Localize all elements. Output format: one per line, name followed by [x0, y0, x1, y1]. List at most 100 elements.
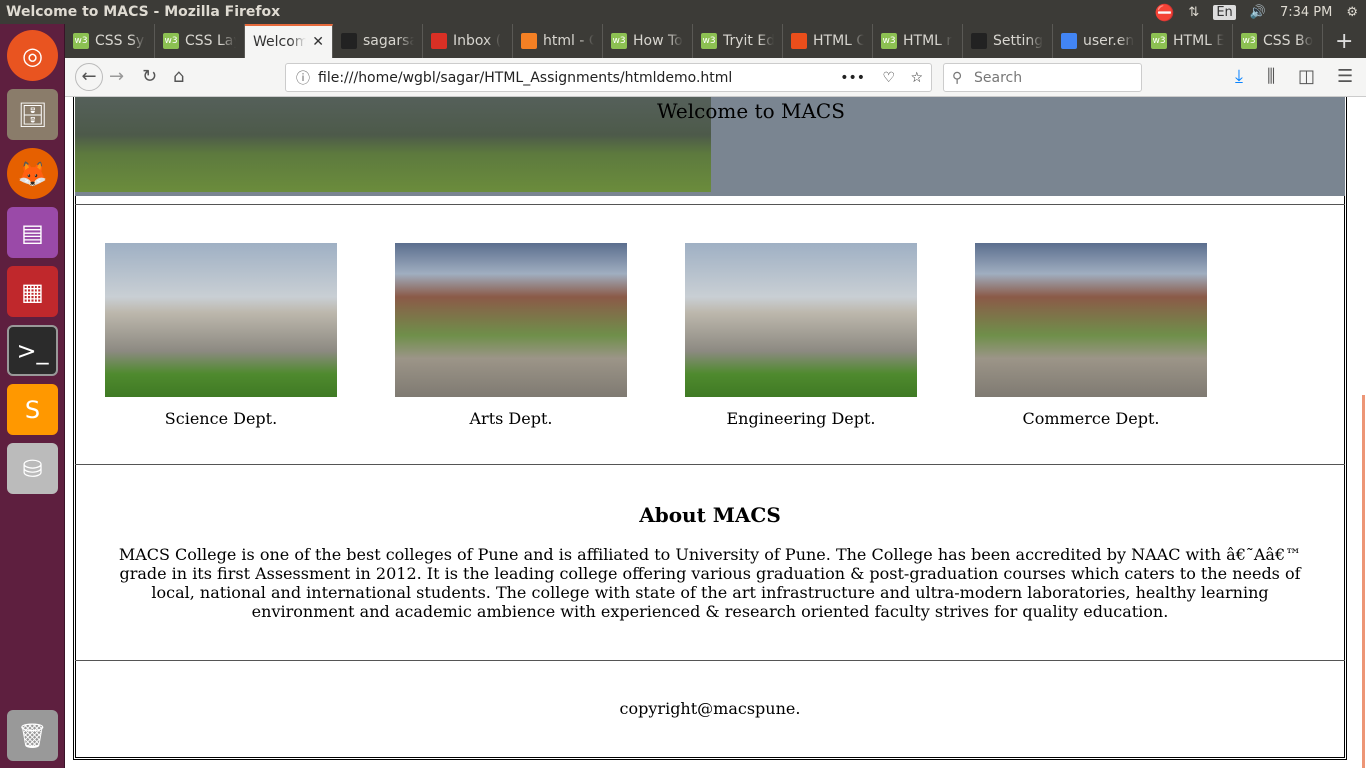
reload-button[interactable]: ↻: [142, 66, 157, 87]
divider: [75, 204, 1345, 205]
w3schools-icon: w3: [701, 33, 717, 49]
department-caption: Arts Dept.: [469, 409, 553, 428]
w3schools-icon: w3: [1241, 33, 1257, 49]
tab-label: HTML E: [1173, 33, 1224, 49]
firefox-icon[interactable]: 🦊: [7, 148, 58, 199]
department-image: [395, 243, 627, 397]
clock[interactable]: 7:34 PM: [1280, 5, 1332, 20]
search-icon: ⚲: [952, 69, 963, 86]
ubuntu-launcher: ◎ 🗄 🦊 ▤ ▦ >_ S ⛁ 🗑: [0, 24, 65, 768]
ubuntu-dash-icon[interactable]: ◎: [7, 30, 58, 81]
tab[interactable]: HTML C: [783, 24, 873, 58]
close-tab-icon[interactable]: ✕: [312, 34, 324, 50]
notification-icon[interactable]: ⛔: [1154, 3, 1174, 22]
trash-icon[interactable]: 🗑: [7, 710, 58, 761]
tab-label: CSS Bo: [1263, 33, 1314, 49]
page-title: Welcome to MACS: [657, 99, 845, 123]
tab-label: Setting: [993, 33, 1044, 49]
terminal-icon[interactable]: >_: [7, 325, 58, 376]
department-image: [975, 243, 1207, 397]
home-button[interactable]: ⌂: [173, 66, 184, 87]
tab-label: HTML C: [813, 33, 864, 49]
google-icon: [1061, 33, 1077, 49]
tab-label: html - C: [543, 33, 594, 49]
tab[interactable]: w3 CSS Bo: [1233, 24, 1323, 58]
divider: [75, 660, 1345, 661]
files-icon[interactable]: 🗄: [7, 89, 58, 140]
sublime-text-icon[interactable]: S: [7, 384, 58, 435]
tab[interactable]: w3 HTML r: [873, 24, 963, 58]
network-icon[interactable]: ⇅: [1188, 5, 1199, 20]
department-image: [685, 243, 917, 397]
back-button[interactable]: ←: [75, 63, 103, 91]
department-card: Arts Dept.: [395, 243, 627, 428]
opera-icon: [791, 33, 807, 49]
tab-label: HTML r: [903, 33, 953, 49]
volume-icon[interactable]: 🔊: [1250, 5, 1266, 20]
tab-label: Welcom: [253, 34, 307, 50]
tab[interactable]: Setting: [963, 24, 1053, 58]
tab[interactable]: w3 How To: [603, 24, 693, 58]
tab-label: How To: [633, 33, 683, 49]
settings-gear-icon[interactable]: ⚙: [1346, 5, 1358, 20]
tab[interactable]: w3 CSS Syn: [65, 24, 155, 58]
stackoverflow-icon: [521, 33, 537, 49]
forward-button[interactable]: →: [109, 66, 124, 87]
web-page: Welcome to MACS Science Dept. Arts Dept. E…: [65, 97, 1362, 768]
department-card: Engineering Dept.: [685, 243, 917, 428]
department-caption: Science Dept.: [164, 409, 278, 428]
os-top-bar: Welcome to MACS - Mozilla Firefox ⛔ ⇅ En…: [0, 0, 1366, 24]
tab[interactable]: sagarsa: [333, 24, 423, 58]
tab[interactable]: html - C: [513, 24, 603, 58]
sidebar-icon[interactable]: ◫: [1298, 66, 1315, 87]
tab-label: user.en: [1083, 33, 1134, 49]
github-icon: [971, 33, 987, 49]
about-heading: About MACS: [639, 503, 781, 527]
department-card: Commerce Dept.: [975, 243, 1207, 428]
github-icon: [341, 33, 357, 49]
tab[interactable]: w3 Tryit Ed: [693, 24, 783, 58]
tab-strip: w3 CSS Syn w3 CSS Lay Welcom ✕ sagarsa Inbox ( h…: [65, 24, 1366, 58]
campus-banner-image: [75, 97, 711, 192]
keyboard-indicator[interactable]: En: [1213, 4, 1236, 20]
w3schools-icon: w3: [73, 33, 89, 49]
url-text: file:///home/wgbl/sagar/HTML_Assignments…: [318, 69, 733, 86]
gmail-icon: [431, 33, 447, 49]
menu-icon[interactable]: ☰: [1337, 66, 1353, 87]
tab[interactable]: user.en: [1053, 24, 1143, 58]
disk-icon[interactable]: ⛁: [7, 443, 58, 494]
system-tray: ⛔ ⇅ En 🔊 7:34 PM ⚙: [1154, 0, 1358, 24]
tab-label: sagarsa: [363, 33, 414, 49]
w3schools-icon: w3: [163, 33, 179, 49]
downloads-icon[interactable]: ⤓: [1235, 66, 1243, 87]
tab[interactable]: Welcom ✕: [245, 24, 333, 58]
new-tab-button[interactable]: +: [1323, 24, 1365, 58]
department-image: [105, 243, 337, 397]
divider: [75, 464, 1345, 465]
department-caption: Engineering Dept.: [726, 409, 876, 428]
search-input[interactable]: ⚲ Search: [943, 63, 1142, 92]
header-banner: Welcome to MACS: [75, 97, 1345, 196]
page-actions-icon[interactable]: •••: [840, 70, 865, 86]
tab[interactable]: w3 HTML E: [1143, 24, 1233, 58]
bookmark-star-icon[interactable]: ☆: [910, 70, 923, 86]
tab-label: Tryit Ed: [723, 33, 774, 49]
remote-desktop-icon[interactable]: ▦: [7, 266, 58, 317]
tab-label: Inbox (: [453, 33, 502, 49]
w3schools-icon: w3: [1151, 33, 1167, 49]
tab[interactable]: w3 CSS Lay: [155, 24, 245, 58]
tab-label: CSS Lay: [185, 33, 236, 49]
w3schools-icon: w3: [881, 33, 897, 49]
pocket-icon[interactable]: ♡: [882, 70, 895, 86]
scrollbar[interactable]: [1362, 395, 1365, 768]
library-icon[interactable]: ⫼: [1267, 66, 1275, 87]
about-text: MACS College is one of the best colleges…: [118, 545, 1302, 621]
url-bar[interactable]: ⓘ file:///home/wgbl/sagar/HTML_Assignmen…: [285, 63, 932, 92]
department-caption: Commerce Dept.: [1022, 409, 1160, 428]
app-icon[interactable]: ▤: [7, 207, 58, 258]
info-icon[interactable]: ⓘ: [296, 68, 310, 88]
tab[interactable]: Inbox (: [423, 24, 513, 58]
window-title: Welcome to MACS - Mozilla Firefox: [6, 4, 281, 20]
navigation-toolbar: ← → ↻ ⌂ ⓘ file:///home/wgbl/sagar/HTML_A…: [65, 58, 1366, 97]
tab-label: CSS Syn: [95, 33, 146, 49]
